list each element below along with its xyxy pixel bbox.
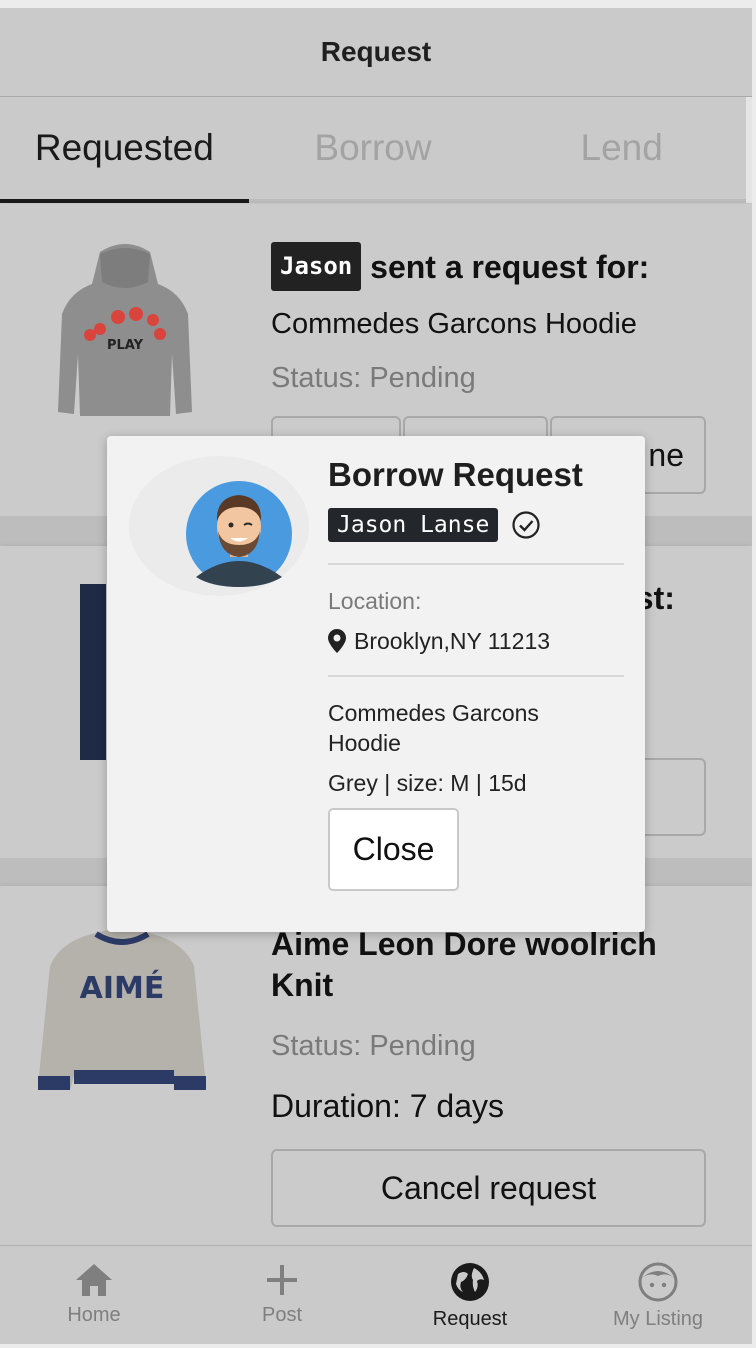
avatar-backdrop [129,456,309,596]
status-text: Status: Pending [271,1030,476,1062]
nav-home-label: Home [67,1304,121,1326]
tab-borrow[interactable]: Borrow [249,97,498,199]
hoodie-print-text: PLAY [107,338,144,353]
request-card: AIMÉ Aime Leon Dore woolrich Knit Status… [0,886,752,1256]
app-screen: Request Requested Borrow Lend PLAY Jason… [0,8,752,1344]
action-button-3-label: ne [648,436,684,473]
verified-check-icon [512,511,540,539]
nav-my-listing[interactable]: My Listing [564,1246,752,1344]
nav-post-label: Post [261,1304,303,1326]
card-title-text: sent a request for: [370,249,650,285]
borrow-request-modal: Borrow Request Jason Lanse Location: Bro… [107,436,645,932]
tab-lend[interactable]: Lend [497,97,746,199]
close-button[interactable]: Close [328,808,459,891]
status-text: Status: Pending [271,362,476,394]
divider [328,563,624,565]
modal-item-details: Grey | size: M | 15d [328,770,527,796]
plus-icon [267,1265,297,1295]
nav-post[interactable]: Post [188,1246,376,1344]
modal-item-name-line1: Commedes Garcons [328,700,539,726]
nav-home[interactable]: Home [0,1246,188,1344]
bottom-nav: Home Post Request My Listing [0,1245,752,1344]
card-title: Aime Leon Dore woolrich Knit [271,926,657,1003]
tab-requested[interactable]: Requested [0,97,249,203]
duration-text: Duration: 7 days [271,1088,505,1124]
nav-request-label: Request [432,1308,508,1330]
tabs-scrollbar[interactable] [746,97,752,203]
avatar [186,481,292,587]
divider [328,675,624,677]
card-title: Jason sent a request for: [271,242,649,291]
page-title: Request [320,36,432,67]
header: Request [0,8,752,97]
location-text: Brooklyn,NY 11213 [354,628,551,654]
nav-request[interactable]: Request [376,1246,564,1344]
modal-item-name-line2: Hoodie [328,730,401,756]
requester-chip: Jason [271,242,362,291]
face-icon [638,1262,678,1302]
cancel-request-button[interactable]: Cancel request [271,1149,706,1227]
location-pin-icon [328,629,346,653]
sweater-image: AIMÉ [38,929,206,1090]
tab-bar: Requested Borrow Lend [0,97,746,203]
nav-my-listing-label: My Listing [612,1308,704,1330]
home-icon [76,1264,112,1296]
sweater-print-text: AIMÉ [80,970,165,1006]
item-name: Commedes Garcons Hoodie [271,308,637,340]
modal-user-chip: Jason Lanse [328,508,499,542]
modal-title: Borrow Request [328,456,583,493]
location-label: Location: [328,588,422,614]
globe-icon [451,1263,489,1301]
hoodie-image: PLAY [58,244,192,416]
